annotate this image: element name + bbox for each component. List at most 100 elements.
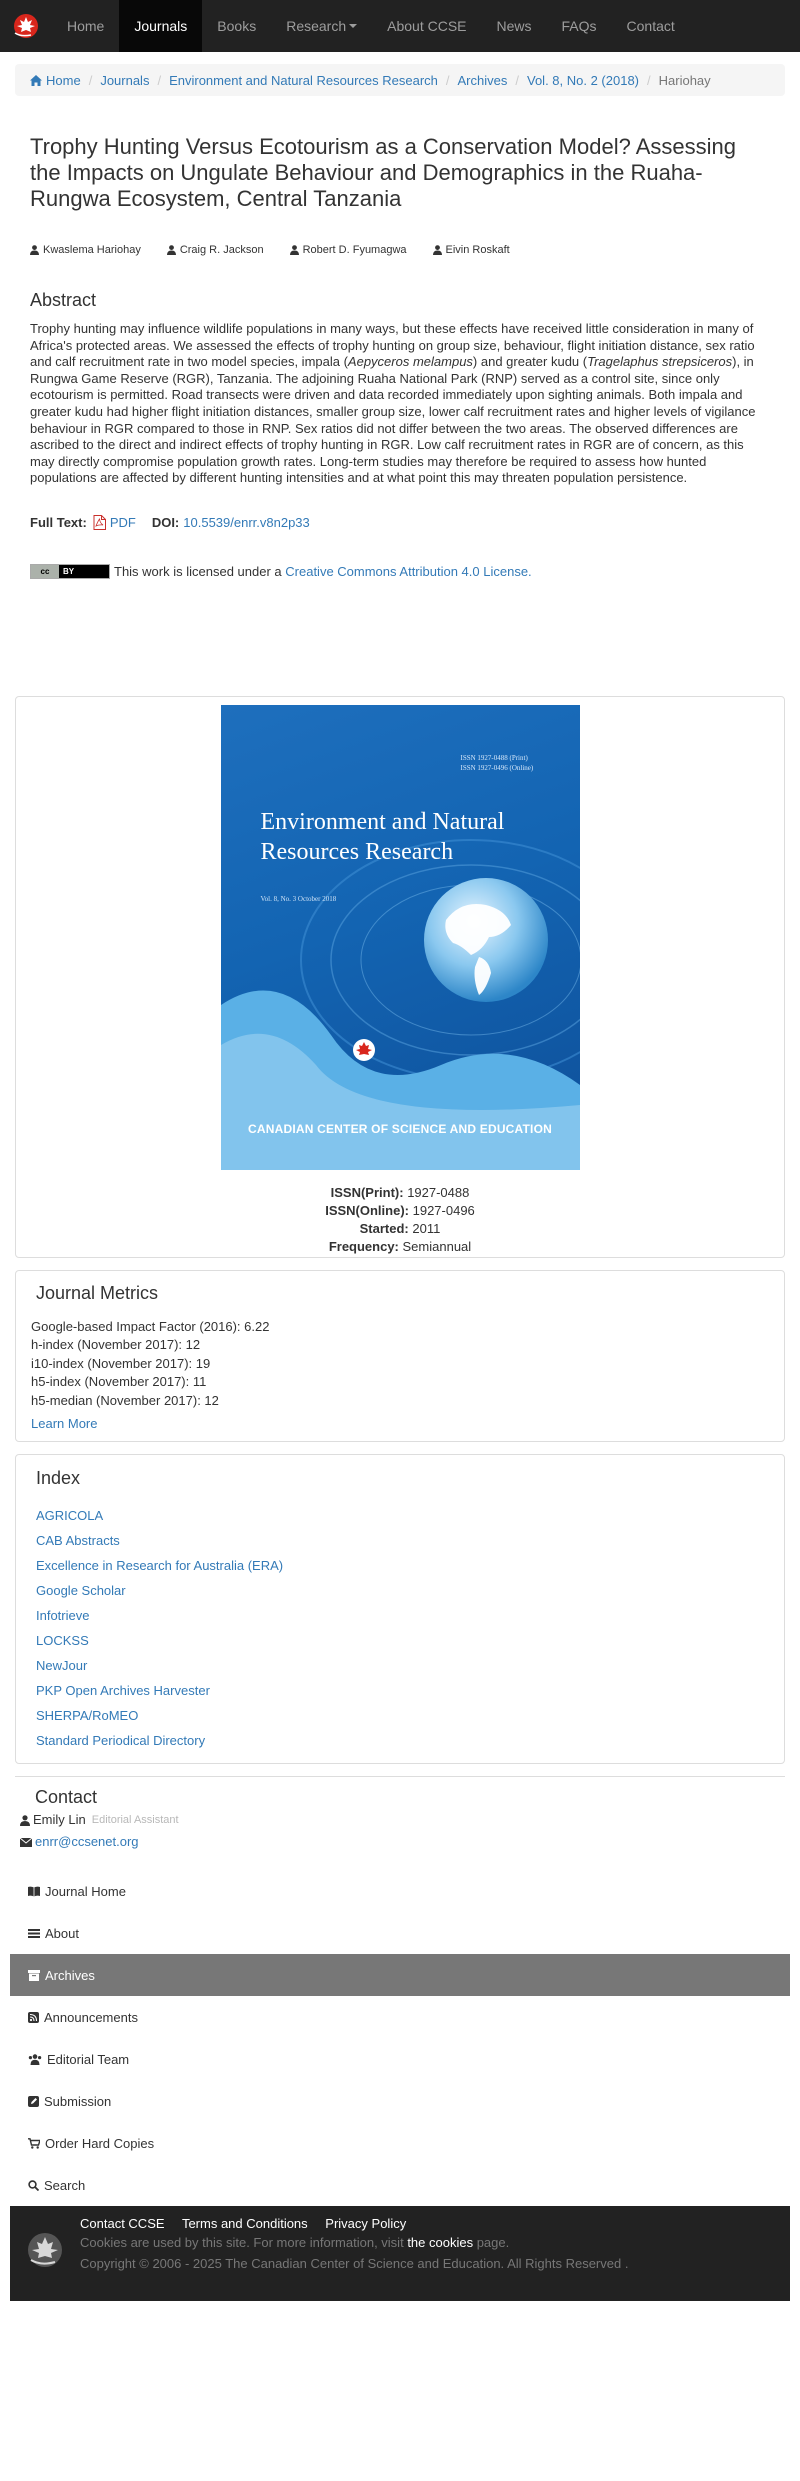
index-link[interactable]: PKP Open Archives Harvester (36, 1683, 210, 1698)
side-nav-editorial-team[interactable]: Editorial Team (10, 2038, 790, 2080)
breadcrumb-current: Hariohay (658, 72, 711, 88)
author-name: Eivin Roskaft (445, 244, 510, 256)
breadcrumb-separator: / (445, 72, 450, 88)
doi-link[interactable]: 10.5539/enrr.v8n2p33 (183, 515, 310, 530)
contact-email-row: enrr@ccsenet.org (20, 1832, 770, 1852)
breadcrumb-separator: / (88, 72, 93, 88)
side-nav-label: Order Hard Copies (45, 2135, 155, 2151)
footer-terms-link[interactable]: Terms and Conditions (182, 2216, 308, 2231)
index-link[interactable]: SHERPA/RoMEO (36, 1708, 138, 1723)
author-list: Kwaslema Hariohay Craig R. Jackson Rober… (30, 244, 770, 256)
index-link[interactable]: AGRICOLA (36, 1508, 103, 1523)
abstract-part: ) and greater kudu ( (472, 354, 588, 370)
side-nav-journal-home[interactable]: Journal Home (10, 1870, 790, 1912)
side-nav-order-hard-copies[interactable]: Order Hard Copies (10, 2122, 790, 2164)
user-icon (166, 245, 176, 255)
fulltext-label: Full Text: (30, 514, 87, 530)
author-item: Robert D. Fyumagwa (289, 244, 407, 256)
author-name: Robert D. Fyumagwa (302, 244, 407, 256)
cover-issn: ISSN 1927-0488 (Print) ISSN 1927-0496 (O… (461, 753, 534, 773)
author-item: Eivin Roskaft (432, 244, 510, 256)
cover-publisher: CANADIAN CENTER OF SCIENCE AND EDUCATION (247, 1121, 552, 1136)
cookies-link[interactable]: the cookies (407, 2235, 473, 2250)
cover-title-line: Resources Research (260, 838, 454, 865)
breadcrumb-home[interactable]: Home (46, 73, 81, 88)
cover-title-line: Environment and Natural (260, 808, 505, 835)
cc-icon: cc (31, 564, 59, 578)
metric-item: h5-median (November 2017): 12 (31, 1392, 219, 1408)
contact-role: Editorial Assistant (91, 1814, 179, 1827)
envelope-icon (20, 1837, 32, 1847)
ccse-logo[interactable] (0, 0, 52, 52)
nav-journals[interactable]: Journals (119, 0, 203, 52)
side-nav-search[interactable]: Search (10, 2164, 790, 2206)
index-link[interactable]: CAB Abstracts (36, 1533, 120, 1548)
contact-person: Emily Lin Editorial Assistant (20, 1810, 770, 1830)
index-link[interactable]: Excellence in Research for Australia (ER… (36, 1558, 283, 1573)
contact-name: Emily Lin (33, 1812, 86, 1828)
index-link[interactable]: NewJour (36, 1658, 87, 1673)
contact-panel: Contact Emily Lin Editorial Assistant en… (15, 1776, 785, 1861)
issn-print-value: 1927-0488 (407, 1184, 470, 1200)
site-footer: Contact CCSE Terms and Conditions Privac… (10, 2206, 790, 2302)
pdf-link[interactable]: PDF (110, 515, 136, 530)
footer-cookies: Cookies are used by this site. For more … (80, 2234, 628, 2252)
nav-news[interactable]: News (482, 0, 547, 52)
cover-volume: Vol. 8, No. 3 October 2018 (260, 894, 337, 903)
contact-email-link[interactable]: enrr@ccsenet.org (35, 1832, 139, 1852)
footer-contact-link[interactable]: Contact CCSE (80, 2216, 165, 2231)
maple-leaf-logo-icon (14, 14, 38, 38)
journal-cover-image[interactable]: ISSN 1927-0488 (Print) ISSN 1927-0496 (O… (220, 704, 580, 1170)
nav-contact[interactable]: Contact (612, 0, 690, 52)
index-link[interactable]: LOCKSS (36, 1633, 89, 1648)
breadcrumb-issue[interactable]: Vol. 8, No. 2 (2018) (527, 73, 639, 88)
issn-online-value: 1927-0496 (412, 1202, 475, 1218)
side-nav-announcements[interactable]: Announcements (10, 1996, 790, 2038)
caret-down-icon (349, 24, 358, 28)
index-link[interactable]: Infotrieve (36, 1608, 89, 1623)
cover-issn-print: ISSN 1927-0488 (Print) (460, 753, 528, 762)
nav-faqs[interactable]: FAQs (547, 0, 612, 52)
journal-info: ISSN(Print): 1927-0488 ISSN(Online): 192… (325, 1184, 475, 1256)
nav-research[interactable]: Research (271, 0, 372, 52)
abstract-text: Trophy hunting may influence wildlife po… (30, 321, 770, 487)
article-title: Trophy Hunting Versus Ecotourism as a Co… (30, 134, 736, 211)
nav-books[interactable]: Books (202, 0, 271, 52)
footer-links: Contact CCSE Terms and Conditions Privac… (80, 2216, 628, 2231)
index-link[interactable]: Standard Periodical Directory (36, 1733, 205, 1748)
index-link[interactable]: Google Scholar (36, 1583, 126, 1598)
footer-copyright: Copyright © 2006 - 2025 The Canadian Cen… (80, 2256, 629, 2272)
side-nav-about[interactable]: About (10, 1912, 790, 1954)
metric-item: i10-index (November 2017): 19 (31, 1355, 211, 1371)
user-icon (289, 245, 299, 255)
issn-print-row: ISSN(Print): 1927-0488 (325, 1184, 475, 1202)
menu-icon (28, 1928, 40, 1938)
cookies-text: Cookies are used by this site. For more … (80, 2235, 404, 2251)
cookies-end: page. (476, 2235, 510, 2251)
journal-cover-panel: ISSN 1927-0488 (Print) ISSN 1927-0496 (O… (15, 695, 785, 1258)
nav-home[interactable]: Home (52, 0, 119, 52)
breadcrumb-archives[interactable]: Archives (458, 73, 508, 88)
nav-research-label: Research (286, 18, 347, 34)
footer-privacy-link[interactable]: Privacy Policy (325, 2216, 406, 2231)
top-navbar: Home Journals Books Research About CCSE … (0, 0, 800, 52)
nav-about[interactable]: About CCSE (372, 0, 481, 52)
side-nav-label: Journal Home (45, 1883, 126, 1899)
archive-box-icon (28, 1969, 40, 1981)
user-icon (432, 245, 442, 255)
journal-metrics-panel: Journal Metrics Google-based Impact Fact… (15, 1269, 785, 1443)
breadcrumb-journals[interactable]: Journals (100, 73, 149, 88)
issn-online-row: ISSN(Online): 1927-0496 (325, 1202, 475, 1220)
breadcrumb-journal[interactable]: Environment and Natural Resources Resear… (169, 73, 438, 88)
breadcrumb: Home / Journals / Environment and Natura… (15, 64, 785, 96)
learn-more-link[interactable]: Learn More (31, 1416, 769, 1431)
started-value: 2011 (412, 1220, 441, 1236)
user-icon (30, 245, 39, 255)
cc-by-badge[interactable]: cc BY (30, 563, 110, 579)
side-nav-archives[interactable]: Archives (10, 1954, 790, 1997)
metrics-heading: Journal Metrics (36, 1282, 159, 1303)
fulltext-row: Full Text: PDF DOI: 10.5539/enrr.v8n2p33 (30, 514, 770, 530)
search-icon (28, 2180, 39, 2191)
side-nav-submission[interactable]: Submission (10, 2080, 790, 2122)
license-link[interactable]: Creative Commons Attribution 4.0 License… (285, 564, 531, 579)
